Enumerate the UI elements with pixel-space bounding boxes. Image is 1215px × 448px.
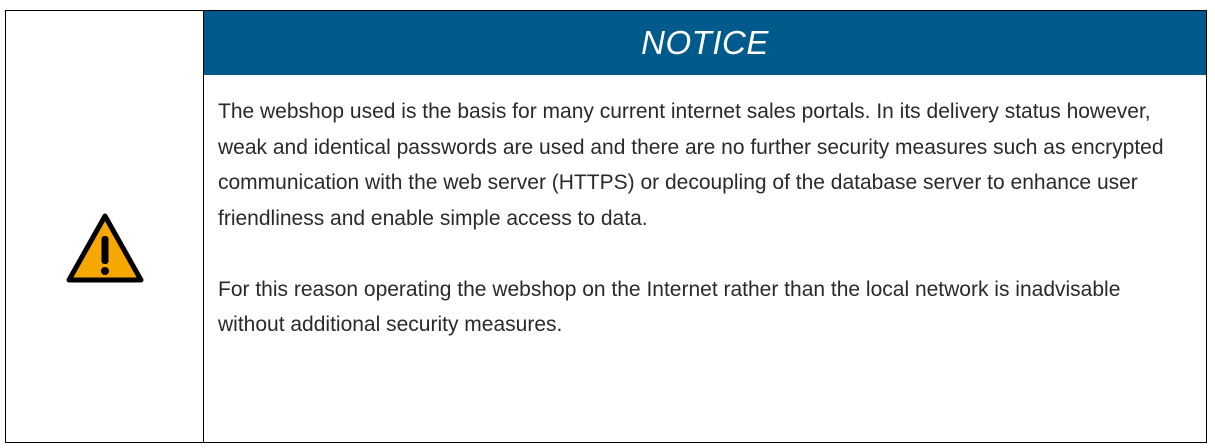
notice-content: NOTICE The webshop used is the basis for… [204, 11, 1206, 442]
notice-icon-column [6, 11, 204, 442]
notice-paragraph-2: For this reason operating the webshop on… [218, 277, 1121, 337]
notice-body: The webshop used is the basis for many c… [204, 75, 1206, 343]
notice-box: NOTICE The webshop used is the basis for… [5, 10, 1207, 443]
notice-title: NOTICE [641, 24, 769, 61]
notice-header: NOTICE [204, 11, 1206, 75]
notice-paragraph-1: The webshop used is the basis for many c… [218, 100, 1164, 230]
warning-triangle-icon [66, 213, 143, 282]
